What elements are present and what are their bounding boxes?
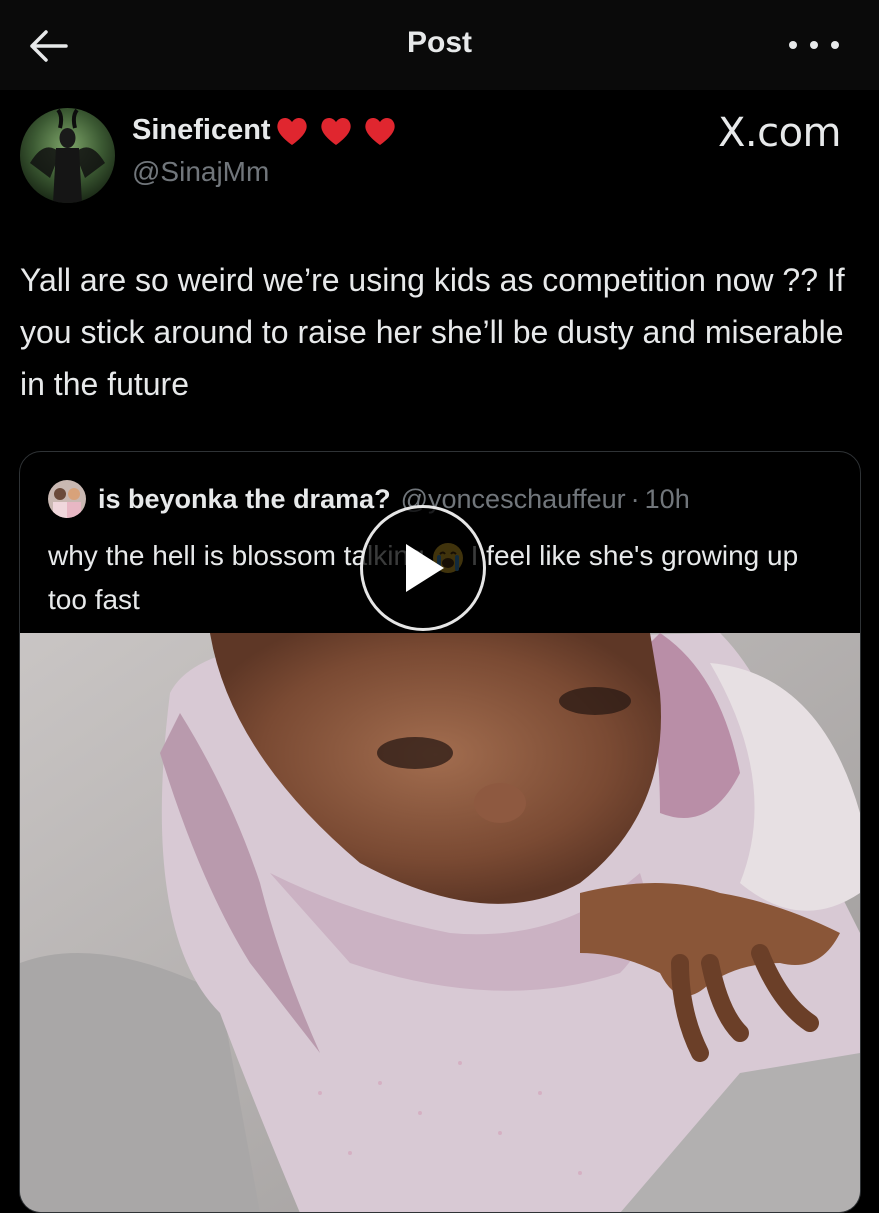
more-dot bbox=[810, 41, 818, 49]
quoted-avatar-image bbox=[48, 480, 86, 518]
quoted-display-name[interactable]: is beyonka the drama? bbox=[98, 484, 391, 515]
red-heart-icon bbox=[276, 117, 307, 145]
video-thumbnail[interactable] bbox=[20, 633, 860, 1212]
quoted-author-avatar[interactable] bbox=[48, 480, 86, 518]
red-heart-icon bbox=[364, 117, 395, 145]
quoted-post-header: is beyonka the drama? @yonceschauffeur ·… bbox=[48, 480, 690, 518]
author-display-name[interactable]: Sineficent bbox=[132, 114, 271, 147]
video-frame-image bbox=[20, 633, 860, 1212]
meta-separator: · bbox=[630, 483, 640, 514]
more-options-button[interactable] bbox=[789, 30, 839, 60]
play-button[interactable] bbox=[360, 505, 486, 631]
play-icon bbox=[406, 544, 444, 592]
author-avatar[interactable] bbox=[20, 108, 115, 203]
red-heart-icon bbox=[320, 117, 351, 145]
more-dot bbox=[831, 41, 839, 49]
top-bar: Post bbox=[0, 0, 879, 90]
quoted-timestamp[interactable]: 10h bbox=[645, 484, 690, 515]
author-display-name-row: Sineficent bbox=[132, 114, 397, 147]
avatar-image bbox=[20, 108, 115, 203]
page-title: Post bbox=[406, 26, 472, 59]
post-text: Yall are so weird we’re using kids as co… bbox=[20, 262, 845, 402]
x-com-watermark: X.com bbox=[717, 110, 842, 156]
more-horizontal-icon bbox=[789, 41, 797, 49]
name-emoji-group bbox=[275, 115, 397, 147]
author-handle[interactable]: @SinajMm bbox=[132, 156, 269, 188]
